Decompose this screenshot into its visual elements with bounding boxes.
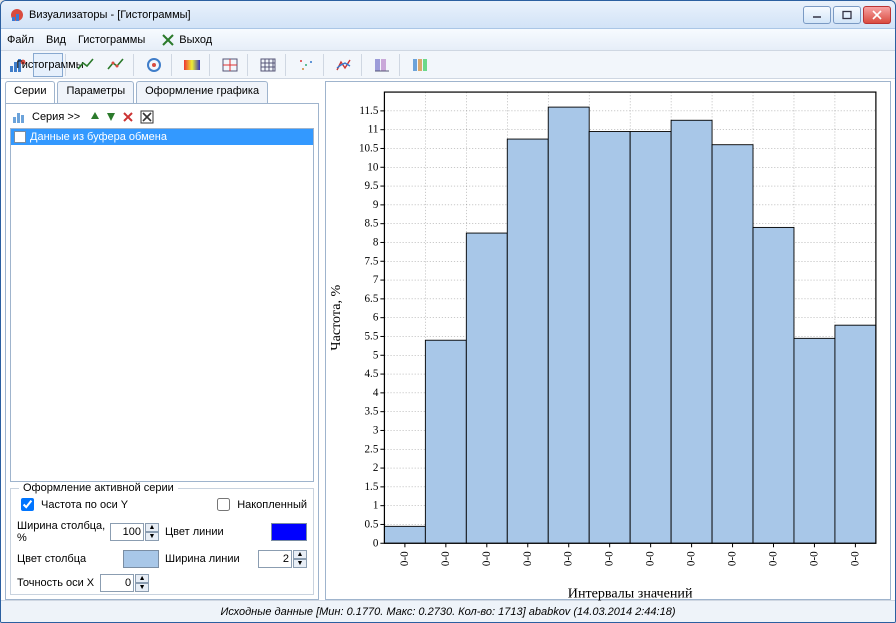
svg-text:0: 0 xyxy=(373,537,379,549)
active-series-groupbox: Оформление активной серии Частота по оси… xyxy=(10,488,314,595)
toolbar-btn-9[interactable] xyxy=(329,53,359,77)
status-text: Исходные данные [Мин: 0.1770. Макс: 0.27… xyxy=(220,606,675,618)
svg-text:8.5: 8.5 xyxy=(365,218,379,230)
svg-text:Частота, %: Частота, % xyxy=(328,284,344,350)
line-width-down[interactable]: ▼ xyxy=(293,559,307,568)
tab-params[interactable]: Параметры xyxy=(57,81,134,103)
menu-file[interactable]: Файл xyxy=(7,34,34,46)
app-icon xyxy=(9,7,25,23)
series-down-button[interactable] xyxy=(106,111,116,123)
menubar: Файл Вид Гистограммы Выход xyxy=(1,29,895,51)
svg-text:11: 11 xyxy=(368,124,379,136)
toolbar-separator xyxy=(65,54,69,76)
svg-text:8: 8 xyxy=(373,236,379,248)
groupbox-title: Оформление активной серии xyxy=(19,482,178,494)
histogram-chart: 00.511.522.533.544.555.566.577.588.599.5… xyxy=(326,82,890,606)
menu-histograms[interactable]: Гистограммы xyxy=(78,34,145,46)
svg-text:1: 1 xyxy=(373,500,379,512)
menu-view[interactable]: Вид xyxy=(46,34,66,46)
svg-text:0-0: 0-0 xyxy=(808,551,820,566)
series-item-checkbox[interactable] xyxy=(14,131,26,143)
svg-text:10.5: 10.5 xyxy=(359,142,379,154)
svg-text:0-0: 0-0 xyxy=(768,551,780,566)
bar-width-up[interactable]: ▲ xyxy=(145,523,159,532)
series-up-button[interactable] xyxy=(90,111,100,123)
svg-text:4.5: 4.5 xyxy=(365,368,379,380)
svg-text:2: 2 xyxy=(373,462,379,474)
bar-width-down[interactable]: ▼ xyxy=(145,532,159,541)
svg-text:1.5: 1.5 xyxy=(365,481,379,493)
toolbar-btn-5[interactable] xyxy=(177,53,207,77)
svg-text:2.5: 2.5 xyxy=(365,443,379,455)
svg-text:6.5: 6.5 xyxy=(365,293,379,305)
svg-text:5.5: 5.5 xyxy=(365,330,379,342)
svg-text:0-0: 0-0 xyxy=(522,551,534,566)
svg-text:0-0: 0-0 xyxy=(481,551,493,566)
bar-color-swatch[interactable] xyxy=(123,550,159,568)
toolbar-btn-8[interactable] xyxy=(291,53,321,77)
svg-text:0.5: 0.5 xyxy=(365,518,379,530)
svg-text:0-0: 0-0 xyxy=(563,551,575,566)
toolbar-btn-7[interactable] xyxy=(253,53,283,77)
titlebar: Визуализаторы - [Гистограммы] xyxy=(1,1,895,29)
exit-icon xyxy=(161,33,175,47)
tab-design[interactable]: Оформление графика xyxy=(136,81,268,103)
line-color-swatch[interactable] xyxy=(271,523,307,541)
toolbar: Гистограммы xyxy=(1,51,895,79)
minimize-button[interactable] xyxy=(803,6,831,24)
toolbar-btn-2[interactable] xyxy=(71,53,101,77)
toolbar-btn-3[interactable] xyxy=(101,53,131,77)
series-item-1[interactable]: Данные из буфера обмена xyxy=(11,129,313,145)
window-title: Визуализаторы - [Гистограммы] xyxy=(29,9,803,21)
series-toolbar: Серия >> xyxy=(10,108,314,128)
svg-text:9: 9 xyxy=(373,199,379,211)
accumulated-checkbox[interactable] xyxy=(217,498,230,511)
svg-text:6: 6 xyxy=(373,312,379,324)
series-delete-button[interactable] xyxy=(122,111,134,123)
svg-text:3: 3 xyxy=(373,424,379,436)
x-prec-down[interactable]: ▼ xyxy=(135,583,149,592)
svg-text:0-0: 0-0 xyxy=(440,551,452,566)
chart-panel: 00.511.522.533.544.555.566.577.588.599.5… xyxy=(325,81,891,600)
svg-text:11.5: 11.5 xyxy=(359,105,378,117)
line-width-input[interactable] xyxy=(258,550,292,568)
svg-text:0-0: 0-0 xyxy=(604,551,616,566)
svg-text:Интервалы значений: Интервалы значений xyxy=(568,586,693,602)
svg-text:7.5: 7.5 xyxy=(365,255,379,267)
toolbar-btn-6[interactable] xyxy=(215,53,245,77)
series-list[interactable]: Данные из буфера обмена xyxy=(10,128,314,482)
svg-text:0-0: 0-0 xyxy=(727,551,739,566)
x-prec-up[interactable]: ▲ xyxy=(135,574,149,583)
svg-text:0-0: 0-0 xyxy=(645,551,657,566)
svg-text:0-0: 0-0 xyxy=(686,551,698,566)
series-clear-button[interactable] xyxy=(140,110,154,124)
line-width-up[interactable]: ▲ xyxy=(293,550,307,559)
left-panel: Серии Параметры Оформление графика Серия… xyxy=(5,81,319,600)
svg-text:0-0: 0-0 xyxy=(849,551,861,566)
toolbar-btn-10[interactable] xyxy=(367,53,397,77)
svg-text:4: 4 xyxy=(373,387,379,399)
tab-series[interactable]: Серии xyxy=(5,81,55,103)
freq-y-checkbox[interactable] xyxy=(21,498,34,511)
toolbar-btn-4[interactable] xyxy=(139,53,169,77)
close-button[interactable] xyxy=(863,6,891,24)
bar-width-input[interactable] xyxy=(110,523,144,541)
svg-text:5: 5 xyxy=(373,349,379,361)
svg-text:0-0: 0-0 xyxy=(399,551,411,566)
svg-text:7: 7 xyxy=(373,274,379,286)
app-window: Визуализаторы - [Гистограммы] Файл Вид Г… xyxy=(0,0,896,623)
maximize-button[interactable] xyxy=(833,6,861,24)
series-label: Серия >> xyxy=(32,111,80,123)
series-item-label: Данные из буфера обмена xyxy=(30,131,167,143)
x-precision-input[interactable] xyxy=(100,574,134,592)
series-icon xyxy=(12,110,26,124)
svg-text:10: 10 xyxy=(367,161,379,173)
menu-exit[interactable]: Выход xyxy=(161,33,212,47)
svg-text:3.5: 3.5 xyxy=(365,406,379,418)
toolbar-btn-11[interactable] xyxy=(405,53,435,77)
toolbar-btn-histograms[interactable]: Гистограммы xyxy=(33,53,63,77)
svg-text:9.5: 9.5 xyxy=(365,180,379,192)
